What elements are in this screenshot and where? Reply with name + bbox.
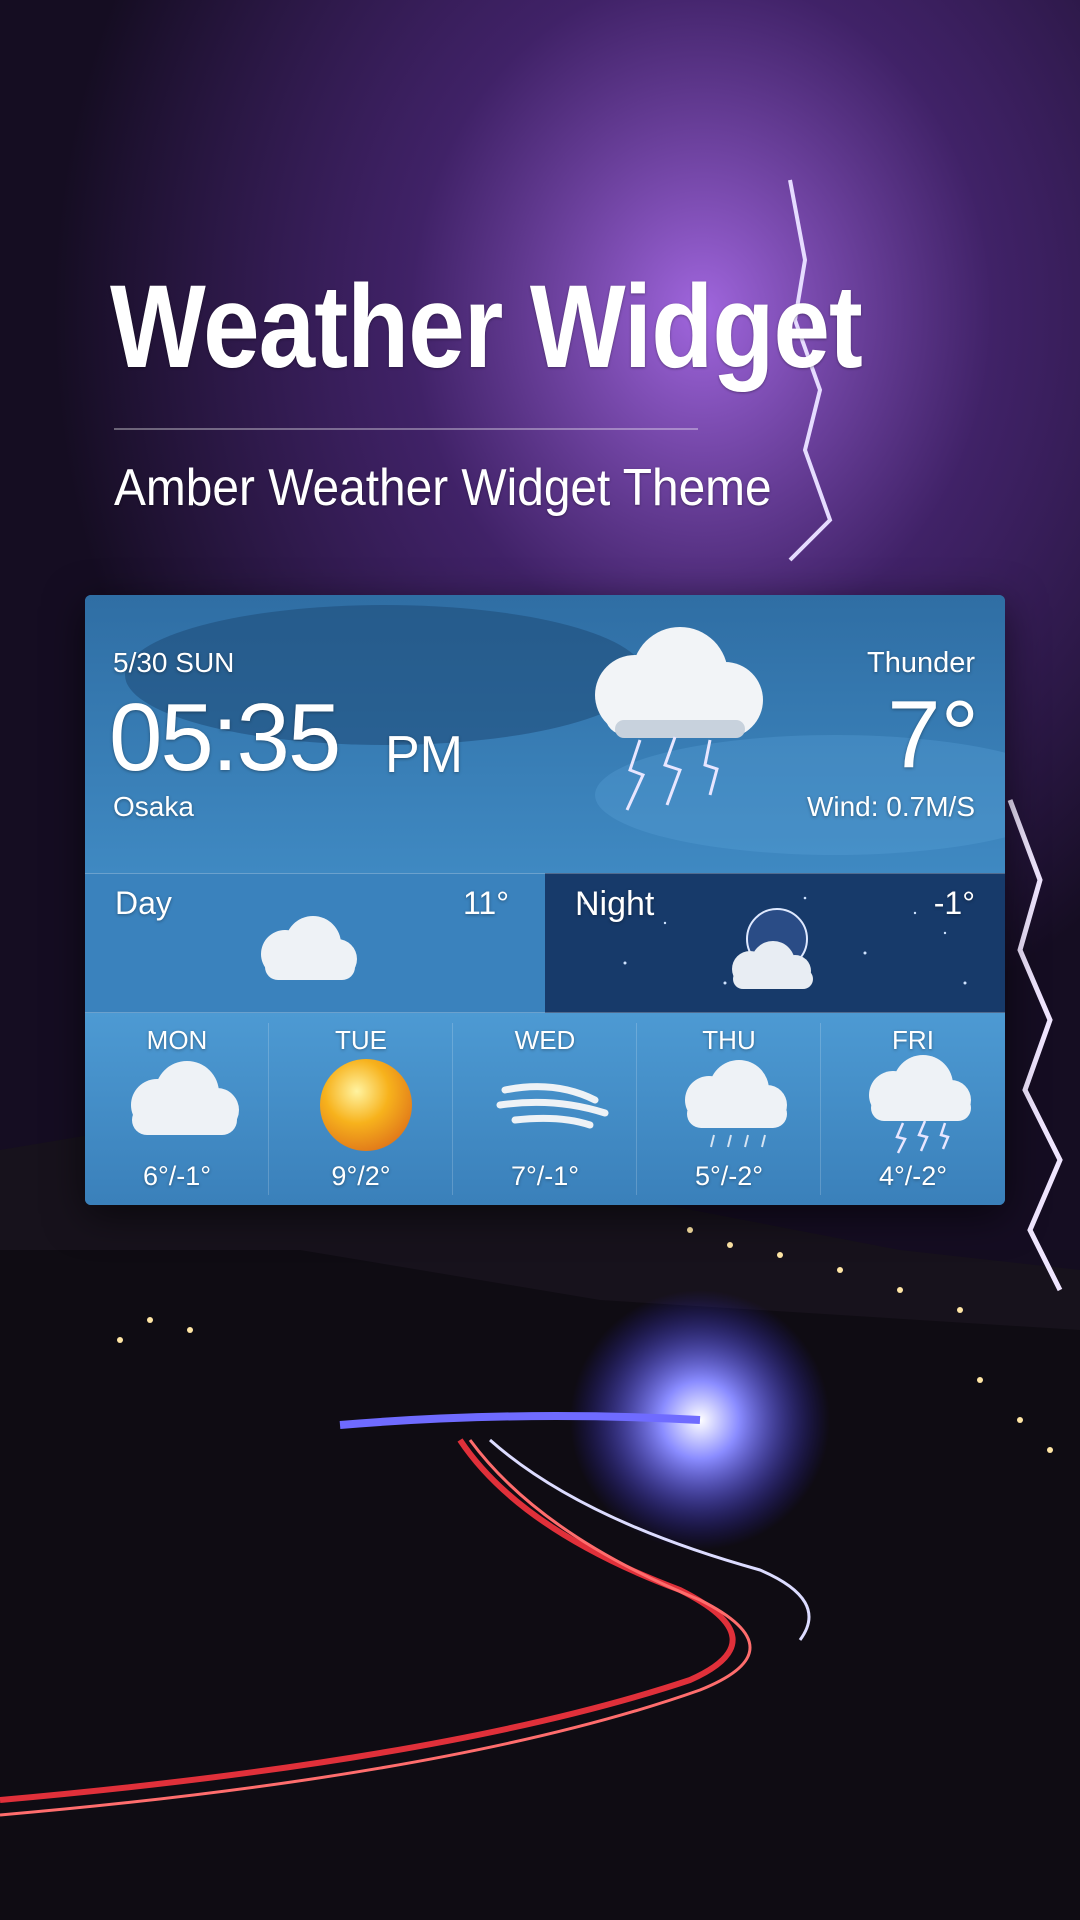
weather-widget[interactable]: 5/30 SUN 05:35 PM Osaka Thunder 7° Wind:… <box>85 595 1005 1205</box>
forecast-day-name: THU <box>702 1025 756 1055</box>
clock-time[interactable]: 05:35 <box>109 690 341 786</box>
headline-title: Weather Widget <box>110 261 863 393</box>
forecast-temp-range: 4°/-2° <box>878 1161 948 1191</box>
thunderstorm-icon <box>595 627 763 811</box>
rain-icon <box>685 1060 787 1148</box>
forecast-day-name: TUE <box>335 1025 387 1055</box>
subheading: Amber Weather Widget Theme <box>114 459 772 517</box>
date-label: 5/30 SUN <box>113 647 235 678</box>
forecast-day-wed[interactable]: WED 7°/-1° <box>453 1013 637 1205</box>
city-name[interactable]: Osaka <box>113 791 194 823</box>
forecast-day-name: WED <box>514 1025 576 1055</box>
forecast-temp-range: 5°/-2° <box>694 1161 764 1191</box>
current-weather-panel: 5/30 SUN 05:35 PM Osaka Thunder 7° Wind:… <box>85 595 1005 873</box>
day-temperature: 11° <box>463 885 510 921</box>
day-cloud-icon <box>261 916 357 980</box>
forecast-temp-range: 7°/-1° <box>510 1161 580 1191</box>
divider <box>114 428 698 430</box>
current-temperature: 7° <box>887 681 979 788</box>
night-temperature: -1° <box>933 885 975 921</box>
forecast-day-name: MON <box>146 1025 208 1055</box>
condition-label: Thunder <box>866 647 975 679</box>
day-night-background <box>85 873 1005 1013</box>
forecast-day-name: FRI <box>892 1025 934 1055</box>
forecast-day-mon[interactable]: MON 6°/-1° <box>85 1013 269 1205</box>
day-night-panel <box>85 873 1005 1013</box>
wind-speed: Wind: 0.7M/S <box>806 791 975 822</box>
wind-icon <box>496 1083 609 1129</box>
forecast-day-thu[interactable]: THU 5°/-2° <box>637 1013 821 1205</box>
night-label: Night <box>575 885 655 923</box>
forecast-temp-range: 9°/2° <box>331 1161 391 1191</box>
day-label: Day <box>115 885 172 921</box>
sun-icon <box>320 1059 412 1151</box>
clock-ampm: PM <box>385 726 463 784</box>
forecast-temp-range: 6°/-1° <box>142 1161 212 1191</box>
thunderstorm-icon <box>869 1055 971 1154</box>
cloudy-icon <box>131 1061 239 1135</box>
forecast-day-fri[interactable]: FRI 4°/-2° <box>821 1013 1005 1205</box>
night-moon-cloud-icon <box>732 908 813 989</box>
forecast-day-tue[interactable]: TUE 9°/2° <box>269 1013 453 1205</box>
